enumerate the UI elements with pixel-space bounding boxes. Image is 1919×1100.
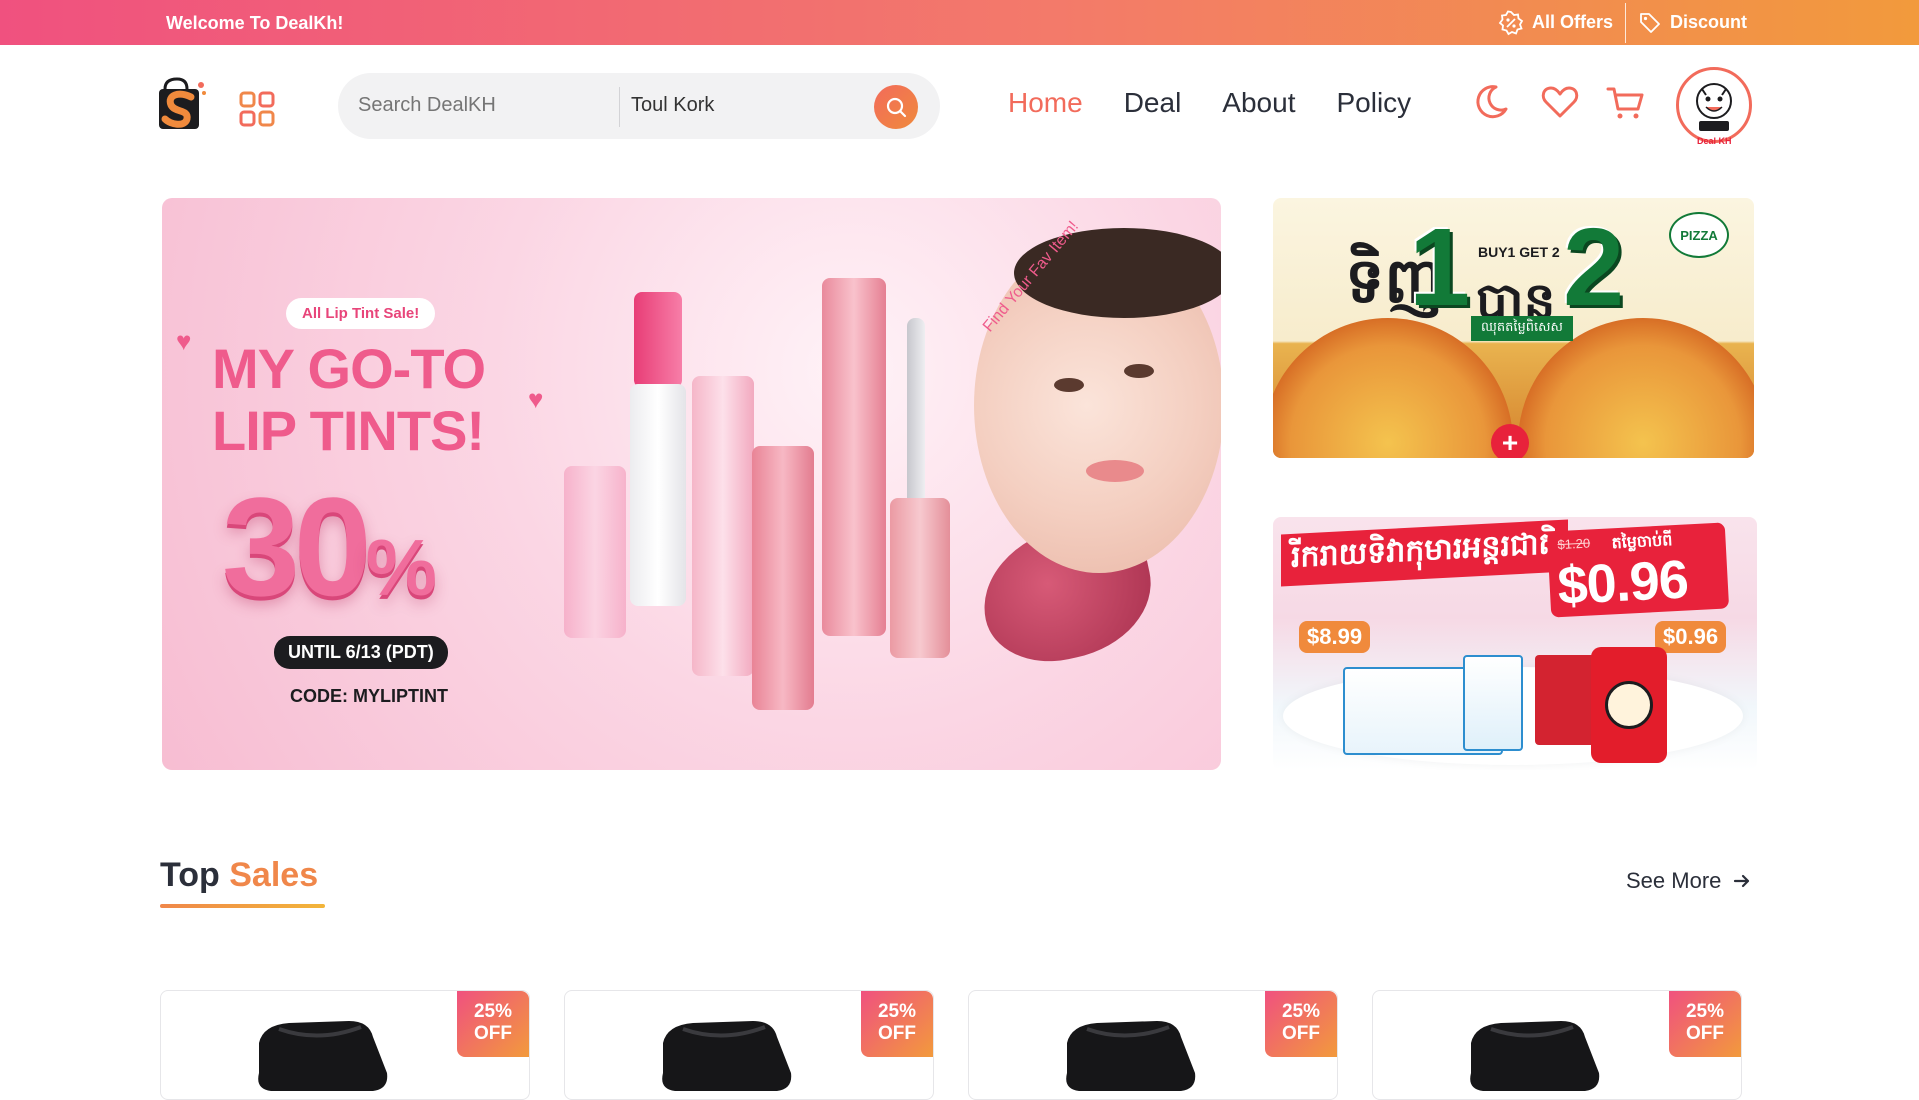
search-divider (619, 87, 620, 127)
hero-code: CODE: MYLIPTINT (290, 686, 448, 706)
hero-banner[interactable]: All Lip Tint Sale! ♥ ♥ MY GO-TO LIP TINT… (162, 198, 1221, 770)
price-box: $1.20 តម្លៃចាប់ពី $0.96 (1546, 522, 1730, 618)
discount-value: 25% (877, 1001, 917, 1022)
discount-badge: 25% OFF (457, 991, 529, 1057)
discount-label: Discount (1669, 12, 1747, 32)
product-card[interactable]: 25% OFF (160, 990, 530, 1100)
main-nav: Home Deal About Policy (1008, 87, 1411, 119)
cart-icon[interactable] (1604, 81, 1646, 123)
discount-off: OFF (474, 1023, 512, 1044)
lip-tint-bottle (890, 498, 950, 658)
pizza-brand-logo: PIZZA (1669, 212, 1729, 258)
childrens-day-title: រីករាយទិវាកុមារអន្តរជាតិ (1281, 519, 1568, 587)
model-lips (1086, 460, 1144, 482)
pizza-promo-banner[interactable]: ទិញ 1 BUY1 GET 2 បាន 2 ឈុតតម្លៃពិសេស PIZ… (1273, 198, 1754, 458)
shoe-image (1470, 1021, 1600, 1091)
lasting-tint-tube (822, 278, 886, 636)
discount-value: 25% (1281, 1001, 1321, 1022)
hero-percent-value: 30 (222, 468, 372, 625)
drink-can (1591, 647, 1667, 763)
top-links: All Offers Discount (1486, 0, 1759, 45)
avatar-mascot-icon (1696, 83, 1732, 131)
shoe-image (258, 1021, 388, 1091)
drink-box (1535, 655, 1597, 745)
top-sales-title-b: Sales (229, 856, 319, 894)
shoe-image (1066, 1021, 1196, 1091)
nav-about[interactable]: About (1222, 87, 1295, 119)
hero-headline: MY GO-TO LIP TINTS! (212, 337, 486, 462)
discount-value: 25% (473, 1001, 513, 1022)
discount-off: OFF (1282, 1023, 1320, 1044)
hero-pill: All Lip Tint Sale! (286, 298, 436, 329)
discount-value: 25% (1685, 1001, 1725, 1022)
promo-special-badge: ឈុតតម្លៃពិសេស (1471, 316, 1573, 341)
old-price: $1.20 (1557, 535, 1591, 553)
search-bar (338, 73, 940, 139)
can-mascot (1605, 681, 1653, 729)
search-input[interactable] (358, 94, 608, 117)
all-offers-label: All Offers (1531, 12, 1613, 32)
promo-price: $0.96 (1556, 549, 1690, 617)
avatar-label: Deal KH (1697, 136, 1732, 146)
discount-link[interactable]: Discount (1626, 11, 1759, 35)
top-sales-title-a: Top (160, 856, 220, 894)
price-tag-icon (1640, 12, 1660, 33)
model-eye (1054, 378, 1084, 392)
shoe-image (662, 1021, 792, 1091)
all-offers-link[interactable]: All Offers (1486, 10, 1625, 36)
lip-tint-tube (564, 466, 626, 638)
lasting-tint-tube (752, 446, 814, 710)
site-header: Home Deal About Policy Deal KH (0, 45, 1919, 165)
see-more-link[interactable]: See More (1626, 868, 1751, 894)
welcome-text: Welcome To DealKh! (166, 13, 344, 33)
lip-balm-tube (692, 376, 754, 676)
model-eye (1124, 364, 1154, 378)
promo-buy-get: BUY1 GET 2 (1478, 244, 1560, 260)
childrens-day-promo-banner[interactable]: រីករាយទិវាកុមារអន្តរជាតិ $1.20 តម្លៃចាប់… (1273, 517, 1757, 770)
discount-off: OFF (878, 1023, 916, 1044)
search-button[interactable] (874, 85, 918, 129)
search-icon (886, 97, 907, 118)
product-card[interactable]: 25% OFF (968, 990, 1338, 1100)
dealkh-logo[interactable] (157, 75, 207, 131)
nav-deal[interactable]: Deal (1124, 87, 1182, 119)
category-grid-icon[interactable] (239, 91, 275, 127)
product-card[interactable]: 25% OFF (564, 990, 934, 1100)
user-avatar[interactable] (1676, 67, 1752, 143)
see-more-label: See More (1626, 868, 1722, 893)
arrow-right-icon (1734, 874, 1750, 888)
product-card[interactable]: 25% OFF (1372, 990, 1742, 1100)
percent-badge-icon (1498, 10, 1524, 35)
hero-until: UNTIL 6/13 (PDT) (274, 636, 448, 669)
plus-icon: + (1491, 424, 1529, 458)
lip-balm-body (630, 384, 686, 606)
hero-percent-sign: % (365, 523, 437, 612)
discount-badge: 25% OFF (861, 991, 933, 1057)
moon-icon[interactable] (1470, 81, 1512, 123)
lip-balm-cap (634, 292, 682, 388)
promo-number-2: 2 (1563, 206, 1625, 329)
hero-percent: 30% (222, 466, 437, 628)
nav-policy[interactable]: Policy (1336, 87, 1411, 119)
heart-decoration-icon: ♥ (176, 326, 192, 356)
nav-home[interactable]: Home (1008, 87, 1083, 119)
promo-number-1: 1 (1409, 206, 1471, 329)
heart-decoration-icon: ♥ (528, 384, 544, 414)
discount-badge: 25% OFF (1265, 991, 1337, 1057)
discount-off: OFF (1686, 1023, 1724, 1044)
top-announcement-bar: Welcome To DealKh! All Offers Discount (0, 0, 1919, 45)
price-tag-milk: $8.99 (1299, 621, 1371, 653)
price-tag-drink: $0.96 (1655, 621, 1727, 653)
location-input[interactable] (631, 94, 861, 117)
milk-carton (1463, 655, 1523, 751)
title-underline (160, 904, 325, 908)
heart-icon[interactable] (1539, 81, 1581, 123)
discount-badge: 25% OFF (1669, 991, 1741, 1057)
top-sales-title: Top Sales (160, 856, 318, 895)
